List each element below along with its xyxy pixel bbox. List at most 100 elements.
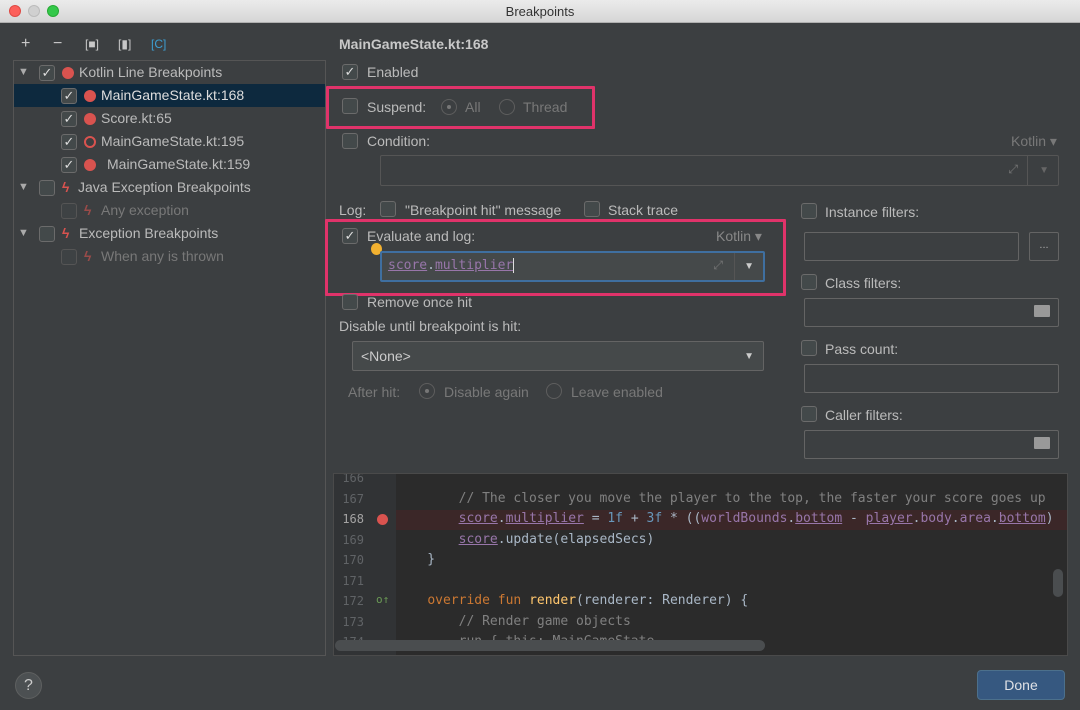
tree-item-label: MainGameState.kt:195 — [101, 133, 245, 149]
disable-until-value: <None> — [361, 348, 411, 364]
instance-filters-checkbox[interactable] — [801, 203, 817, 219]
checkbox[interactable] — [61, 249, 77, 265]
window-title: Breakpoints — [505, 4, 575, 19]
line-number: 169 — [342, 532, 364, 547]
code-token: body — [920, 511, 952, 526]
line-number: 167 — [342, 491, 364, 506]
lightning-icon: ϟ — [62, 179, 70, 195]
expand-arrow-icon[interactable]: ▼ — [18, 222, 29, 245]
checkbox[interactable]: ✓ — [39, 65, 55, 81]
breakpoint-hit-message-checkbox[interactable] — [380, 201, 396, 217]
pass-count-checkbox[interactable] — [801, 340, 817, 356]
breakpoint-icon[interactable] — [377, 514, 388, 525]
checkbox[interactable]: ✓ — [61, 88, 77, 104]
disable-again-label: Disable again — [444, 384, 529, 400]
remove-once-hit-checkbox[interactable] — [342, 294, 358, 310]
log-label: Log: — [339, 202, 367, 218]
code-token: area — [959, 511, 991, 526]
class-filters-checkbox[interactable] — [801, 274, 817, 290]
caller-filters-input[interactable] — [804, 430, 1059, 459]
conditional-breakpoint-icon — [84, 159, 96, 171]
tree-item-label: Score.kt:65 — [101, 110, 172, 126]
breakpoint-icon — [62, 67, 74, 79]
remove-once-hit-label: Remove once hit — [367, 294, 473, 310]
caller-filters-checkbox[interactable] — [801, 406, 817, 422]
checkbox[interactable] — [39, 226, 55, 242]
checkbox[interactable]: ✓ — [61, 157, 77, 173]
group-by-class-icon[interactable]: [C] — [151, 37, 166, 51]
condition-input[interactable]: ⤢ ▼ — [380, 155, 1059, 186]
tree-item[interactable]: ϟ When any is thrown — [14, 245, 325, 268]
condition-language: Kotlin — [1011, 133, 1047, 149]
code-token: bottom — [795, 511, 843, 526]
checkbox[interactable]: ✓ — [61, 134, 77, 150]
instance-filters-more-button[interactable]: ... — [1029, 232, 1059, 261]
done-button[interactable]: Done — [977, 670, 1065, 700]
lightning-icon: ϟ — [84, 202, 92, 218]
code-token: . — [951, 511, 960, 526]
code-line: // Render game objects — [396, 614, 631, 629]
folder-icon[interactable] — [1034, 305, 1050, 317]
horizontal-scrollbar[interactable] — [335, 640, 765, 651]
tree-item[interactable]: ✓ MainGameState.kt:195 — [14, 130, 325, 153]
code-line: } — [396, 552, 435, 567]
expand-icon[interactable]: ⤢ — [1008, 162, 1018, 177]
disable-until-label: Disable until breakpoint is hit: — [339, 318, 522, 334]
tree-item[interactable]: ✓ MainGameState.kt:168 — [14, 84, 325, 107]
instance-filters-input[interactable] — [804, 232, 1019, 261]
checkbox[interactable] — [61, 203, 77, 219]
enabled-checkbox[interactable]: ✓ — [342, 64, 358, 80]
log-breakpoint-icon — [84, 136, 96, 148]
code-token: render — [529, 593, 577, 608]
more-label: ... — [1039, 239, 1049, 251]
dropdown-arrow-icon[interactable]: ▼ — [1039, 165, 1049, 176]
code-token: bottom — [998, 511, 1046, 526]
class-filters-input[interactable] — [804, 298, 1059, 327]
tree-group-label: Kotlin Line Breakpoints — [79, 64, 223, 80]
code-token: 1f — [607, 511, 624, 526]
folder-icon[interactable] — [1034, 437, 1050, 449]
highlight-box-suspend — [326, 86, 595, 129]
add-icon[interactable]: + — [21, 35, 30, 53]
expand-arrow-icon[interactable]: ▼ — [18, 61, 29, 84]
tree-group-java-exception[interactable]: ▼ ϟ Java Exception Breakpoints — [14, 176, 325, 199]
help-button[interactable]: ? — [15, 672, 42, 699]
help-label: ? — [24, 677, 33, 694]
dropdown-arrow-icon: ▼ — [744, 351, 754, 362]
breakpoints-tree: ▼ ✓ Kotlin Line Breakpoints ✓ MainGameSt… — [13, 60, 326, 656]
leave-enabled-label: Leave enabled — [571, 384, 663, 400]
vertical-scrollbar[interactable] — [1053, 569, 1063, 597]
code-preview-editor: 166 167 // The closer you move the player… — [333, 473, 1068, 656]
minimize-window-button[interactable] — [28, 5, 40, 17]
tree-item[interactable]: ✓ MainGameState.kt:159 — [14, 153, 325, 176]
remove-icon[interactable]: − — [53, 35, 62, 53]
tree-item[interactable]: ✓ Score.kt:65 — [14, 107, 325, 130]
code-token: player — [865, 511, 913, 526]
tree-group-exception[interactable]: ▼ ϟ Exception Breakpoints — [14, 222, 325, 245]
stack-trace-checkbox[interactable] — [584, 201, 600, 217]
disable-until-dropdown[interactable]: <None> ▼ — [352, 341, 764, 371]
override-icon[interactable]: o↑ — [376, 593, 389, 606]
zoom-window-button[interactable] — [47, 5, 59, 17]
disable-again-radio[interactable] — [419, 383, 435, 399]
condition-checkbox[interactable] — [342, 133, 358, 149]
condition-label: Condition: — [367, 133, 431, 149]
code-token: = — [583, 511, 608, 526]
instance-filters-label: Instance filters: — [825, 204, 920, 220]
code-token: ) — [1045, 511, 1054, 526]
tree-item[interactable]: ϟ Any exception — [14, 199, 325, 222]
leave-enabled-radio[interactable] — [546, 383, 562, 399]
group-by-package-icon[interactable]: [▮] — [118, 37, 131, 51]
code-line: override fun render(renderer: Renderer) … — [396, 593, 748, 608]
condition-language-dropdown[interactable]: Kotlin ▾ — [1011, 133, 1057, 150]
code-token: + — [623, 511, 647, 526]
close-window-button[interactable] — [9, 5, 21, 17]
checkbox[interactable]: ✓ — [61, 111, 77, 127]
expand-arrow-icon[interactable]: ▼ — [18, 176, 29, 199]
pass-count-input[interactable] — [804, 364, 1059, 393]
checkbox[interactable] — [39, 180, 55, 196]
tree-group-kotlin-line[interactable]: ▼ ✓ Kotlin Line Breakpoints — [14, 61, 325, 84]
code-token: // Render game objects — [396, 613, 631, 629]
group-by-file-icon[interactable]: [■] — [85, 37, 99, 51]
